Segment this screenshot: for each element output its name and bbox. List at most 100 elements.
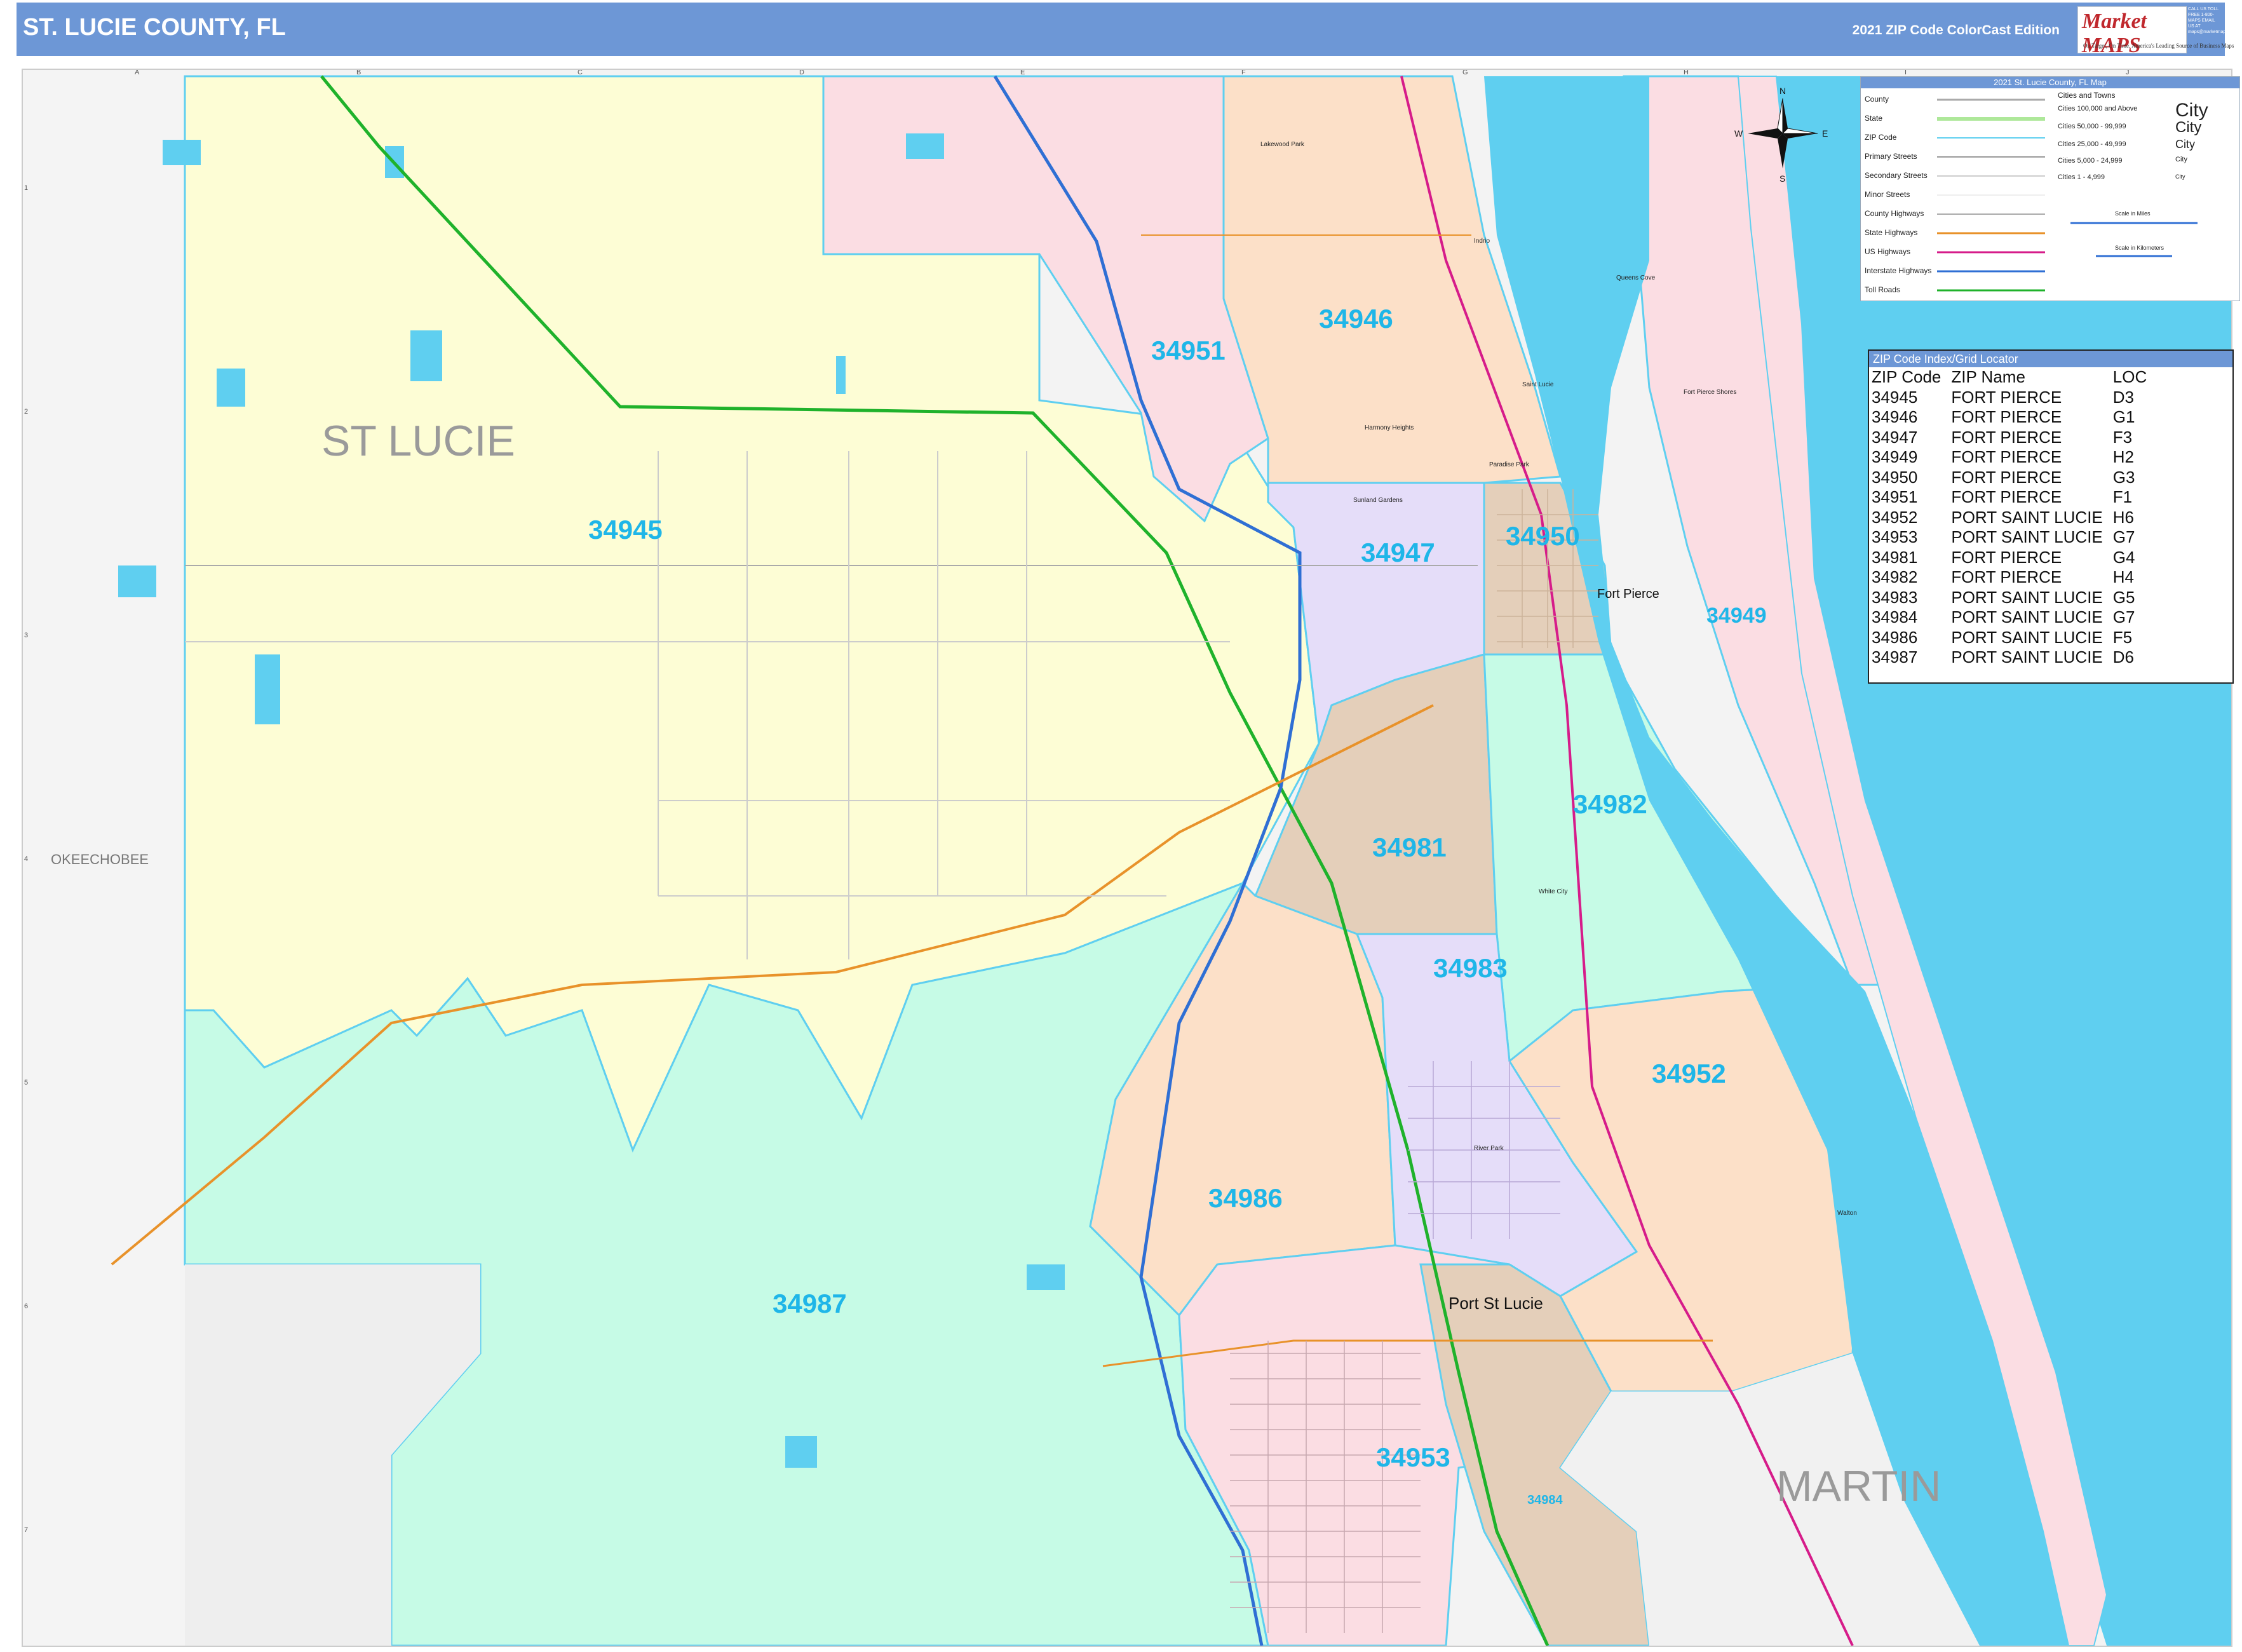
legend-state: State [1865,114,1883,123]
grid-col-f: F [1241,69,1246,76]
grid-col-b: B [356,69,361,76]
zip-label-34981[interactable]: 34981 [1372,832,1447,863]
legend-zip: ZIP Code [1865,133,1897,142]
zip-loc-cell: F3 [2112,427,2133,447]
zip-label-34982[interactable]: 34982 [1573,789,1647,820]
legend-city-4-sample: City [2175,156,2187,163]
map-legend: 2021 St. Lucie County, FL Map County Sta… [1860,76,2240,301]
zip-index-title: ZIP Code Index/Grid Locator [1869,351,2232,367]
zip-label-34952[interactable]: 34952 [1652,1059,1726,1089]
legend-us-hwy: US Highways [1865,247,1911,256]
zip-label-34986[interactable]: 34986 [1208,1183,1283,1214]
zip-loc-cell: D3 [2112,387,2135,407]
legend-title: 2021 St. Lucie County, FL Map [1861,77,2239,88]
legend-toll: Toll Roads [1865,285,1901,294]
zip-label-34984[interactable]: 34984 [1527,1493,1563,1508]
grid-col-i: I [1905,69,1907,76]
zip-loc-cell: G5 [2112,587,2135,607]
grid-col-a: A [135,69,140,76]
zip-index-row[interactable]: 34981 FORT PIERCE G4 [1872,548,2157,568]
grid-row-4: 4 [24,855,29,863]
zip-label-34949[interactable]: 34949 [1706,604,1767,628]
zip-index-row[interactable]: 34945 FORT PIERCE D3 [1872,388,2157,408]
zip-label-34947[interactable]: 34947 [1361,538,1435,568]
grid-col-e: E [1020,69,1025,76]
map-canvas[interactable]: N S E W [23,70,2231,1646]
zip-code-cell: 34982 [1872,567,1918,587]
city-label-paradise-park: Paradise Park [1489,461,1529,468]
zip-label-34950[interactable]: 34950 [1506,521,1580,552]
grid-row-2: 2 [24,408,29,416]
zip-index-row[interactable]: 34951 FORT PIERCE F1 [1872,487,2157,508]
zip-loc-cell: G1 [2112,407,2135,427]
city-label-saint-lucie: Saint Lucie [1522,381,1554,388]
city-label-river-park: River Park [1474,1145,1504,1152]
city-label-harmony-heights: Harmony Heights [1365,424,1414,431]
legend-cities-title: Cities and Towns [2058,91,2116,100]
zip-name-cell: FORT PIERCE [1951,387,2062,407]
zip-code-cell: 34981 [1872,547,1918,567]
grid-col-g: G [1462,69,1468,76]
zip-label-34953[interactable]: 34953 [1376,1442,1450,1473]
legend-city-5: Cities 1 - 4,999 [2058,173,2105,181]
zip-name-cell: FORT PIERCE [1951,467,2062,487]
zip-name-cell: FORT PIERCE [1951,407,2062,427]
zip-loc-cell: G4 [2112,547,2135,567]
zip-index-row[interactable]: 34949 FORT PIERCE H2 [1872,447,2157,468]
contact-info: CALL US TOLL FREE 1-800-MAPS EMAIL US AT… [2188,7,2238,34]
zip-label-34946[interactable]: 34946 [1319,304,1393,334]
compass-n: N [1779,86,1786,96]
zip-index-row[interactable]: 34950 FORT PIERCE G3 [1872,468,2157,488]
lake [785,1436,817,1468]
zip-code-cell: 34950 [1872,467,1918,487]
zip-loc-cell: G7 [2112,607,2135,627]
zip-label-34945[interactable]: 34945 [588,515,663,545]
zip-index-row[interactable]: 34953 PORT SAINT LUCIE G7 [1872,527,2157,548]
zip-loc-cell: D6 [2112,647,2135,667]
zip-index-col-name: ZIP Name [1951,367,2025,387]
zip-loc-cell: H4 [2112,567,2135,587]
lake [255,654,280,724]
grid-row-7: 7 [24,1526,29,1534]
zip-index-row[interactable]: 34987 PORT SAINT LUCIE D6 [1872,647,2157,668]
zip-loc-cell: F1 [2112,487,2133,507]
zip-index-col-zip: ZIP Code [1872,367,1941,387]
zip-index-row[interactable]: 34986 PORT SAINT LUCIE F5 [1872,628,2157,648]
zip-code-cell: 34945 [1872,387,1918,407]
zip-label-34951[interactable]: 34951 [1151,335,1226,366]
zip-name-cell: FORT PIERCE [1951,567,2062,587]
zip-label-34983[interactable]: 34983 [1433,953,1508,984]
map-frame[interactable]: N S E W A B C D E F G H I J 1 2 3 4 5 6 … [22,69,2232,1647]
zip-index-row[interactable]: 34983 PORT SAINT LUCIE G5 [1872,588,2157,608]
zip-index-row[interactable]: 34952 PORT SAINT LUCIE H6 [1872,508,2157,528]
zip-code-cell: 34984 [1872,607,1918,627]
map-title: ST. LUCIE COUNTY, FL [23,14,286,41]
zip-index-row[interactable]: 34947 FORT PIERCE F3 [1872,428,2157,448]
zip-name-cell: PORT SAINT LUCIE [1951,527,2103,547]
zip-name-cell: PORT SAINT LUCIE [1951,587,2103,607]
zip-index-row[interactable]: 34984 PORT SAINT LUCIE G7 [1872,607,2157,628]
legend-scale-miles: Scale in Miles [2115,210,2151,217]
zip-code-cell: 34949 [1872,447,1918,467]
compass-s: S [1779,173,1785,184]
grid-col-h: H [1684,69,1689,76]
zip-code-cell: 34947 [1872,427,1918,447]
lake [163,140,201,165]
legend-city-1-sample: City [2175,100,2208,121]
county-label-st-lucie: ST LUCIE [321,417,515,465]
city-label-port-st-lucie: Port St Lucie [1449,1294,1543,1313]
zip-index-row[interactable]: 34946 FORT PIERCE G1 [1872,407,2157,428]
brand-logo: Market MAPS On Target, On Time. America'… [2077,6,2234,57]
city-label-lakewood-park: Lakewood Park [1260,141,1304,148]
zip-loc-cell: G3 [2112,467,2135,487]
legend-city-3: Cities 25,000 - 49,999 [2058,140,2126,148]
legend-minor: Minor Streets [1865,190,1910,199]
legend-city-3-sample: City [2175,138,2195,151]
county-label-okeechobee: OKEECHOBEE [51,851,149,867]
zip-code-cell: 34983 [1872,587,1918,607]
zip-code-cell: 34951 [1872,487,1918,507]
zip-label-34987[interactable]: 34987 [773,1289,847,1319]
zip-index-row[interactable]: 34982 FORT PIERCE H4 [1872,567,2157,588]
legend-city-4: Cities 5,000 - 24,999 [2058,157,2123,165]
zip-name-cell: PORT SAINT LUCIE [1951,627,2103,647]
